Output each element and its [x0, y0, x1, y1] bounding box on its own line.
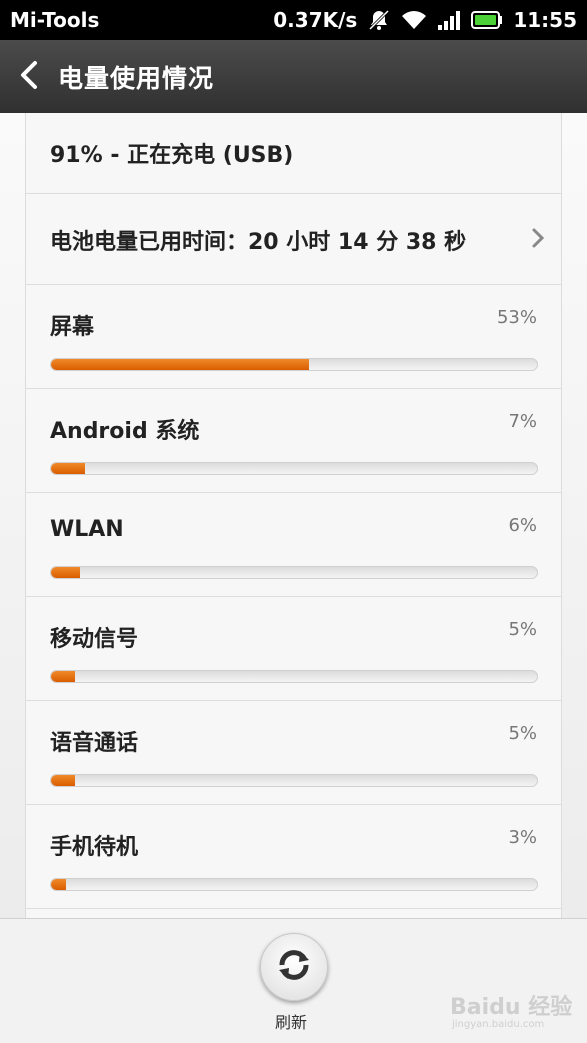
notifications-off-icon — [367, 8, 391, 32]
battery-time-row[interactable]: 电池电量已用时间：20 小时 14 分 38 秒 — [26, 194, 561, 285]
status-right: 0.37K/s 11:55 — [273, 8, 577, 32]
usage-name: 移动信号 — [50, 627, 139, 652]
usage-bar-fill — [51, 463, 86, 474]
usage-bar-fill — [51, 567, 81, 578]
status-bar: Mi-Tools 0.37K/s 11:55 — [0, 0, 587, 40]
refresh-button[interactable] — [260, 933, 328, 1001]
usage-bar-fill — [51, 671, 76, 682]
chevron-right-icon — [531, 227, 545, 253]
usage-percent: 3% — [508, 827, 537, 848]
usage-row[interactable]: 语音通话 5% — [26, 701, 561, 805]
usage-name: 手机待机 — [50, 835, 139, 860]
refresh-icon — [275, 946, 313, 988]
usage-percent: 5% — [508, 723, 537, 744]
battery-charging-icon — [471, 10, 503, 30]
battery-status-text: 91% - 正在充电 (USB) — [50, 143, 294, 168]
usage-percent: 5% — [508, 619, 537, 640]
back-arrow-icon — [19, 60, 39, 94]
wifi-icon — [401, 9, 427, 31]
battery-time-text: 电池电量已用时间：20 小时 14 分 38 秒 — [50, 230, 467, 255]
usage-name: 语音通话 — [50, 731, 139, 756]
usage-percent: 6% — [508, 515, 537, 536]
watermark-url: jingyan.baidu.com — [452, 1019, 545, 1030]
status-app-name: Mi-Tools — [10, 8, 100, 32]
usage-percent: 53% — [496, 307, 537, 328]
usage-bar-fill — [51, 879, 66, 890]
status-time: 11:55 — [513, 8, 577, 32]
watermark-logo: Baidu 经验 — [450, 995, 573, 1020]
content-area: 91% - 正在充电 (USB) 电池电量已用时间：20 小时 14 分 38 … — [0, 113, 587, 918]
usage-bar — [50, 358, 538, 371]
usage-name: WLAN — [50, 517, 124, 542]
usage-row[interactable]: Android 系统 7% — [26, 389, 561, 493]
page-title: 电量使用情况 — [58, 63, 215, 93]
usage-bar — [50, 462, 538, 475]
usage-bar-fill — [51, 775, 76, 786]
usage-bar-fill — [51, 359, 309, 370]
network-speed: 0.37K/s — [273, 8, 358, 32]
refresh-label: 刷新 — [275, 1013, 308, 1032]
usage-row[interactable]: 移动信号 5% — [26, 597, 561, 701]
usage-bar — [50, 670, 538, 683]
usage-name: Android 系统 — [50, 419, 200, 444]
usage-name: 屏幕 — [50, 315, 95, 340]
usage-bar — [50, 878, 538, 891]
usage-row[interactable]: 手机待机 3% — [26, 805, 561, 909]
usage-bar — [50, 566, 538, 579]
usage-bar — [50, 774, 538, 787]
battery-usage-list: 91% - 正在充电 (USB) 电池电量已用时间：20 小时 14 分 38 … — [25, 113, 562, 918]
title-bar: 电量使用情况 — [0, 40, 587, 113]
signal-icon — [437, 9, 461, 31]
battery-status-row: 91% - 正在充电 (USB) — [26, 113, 561, 194]
usage-row[interactable]: WLAN 6% — [26, 493, 561, 597]
bottom-bar: 刷新 Baidu 经验 jingyan.baidu.com — [0, 918, 587, 1043]
back-button[interactable] — [0, 40, 58, 113]
usage-row[interactable]: 屏幕 53% — [26, 285, 561, 389]
usage-percent: 7% — [508, 411, 537, 432]
